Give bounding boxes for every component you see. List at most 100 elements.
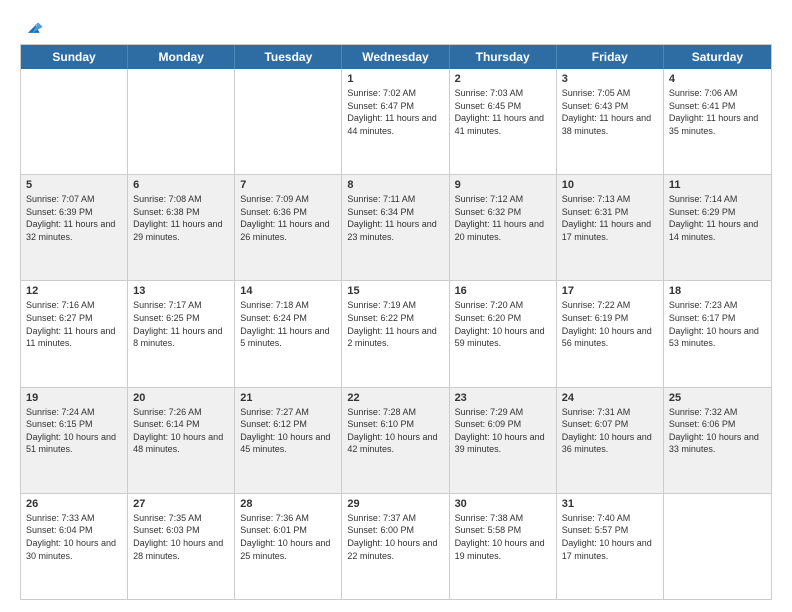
day-info: Sunrise: 7:17 AM Sunset: 6:25 PM Dayligh…: [133, 299, 229, 349]
day-number: 2: [455, 73, 551, 85]
calendar-cell: 21 Sunrise: 7:27 AM Sunset: 6:12 PM Dayli…: [235, 388, 342, 493]
day-info: Sunrise: 7:11 AM Sunset: 6:34 PM Dayligh…: [347, 193, 443, 243]
calendar-cell: 29Sunrise: 7:37 AM Sunset: 6:00 PM Dayli…: [342, 494, 449, 599]
day-number: 9: [455, 179, 551, 191]
calendar-cell: 5 Sunrise: 7:07 AM Sunset: 6:39 PM Daylig…: [21, 175, 128, 280]
calendar-cell: 14 Sunrise: 7:18 AM Sunset: 6:24 PM Dayli…: [235, 281, 342, 386]
logo-bird-icon: [22, 16, 44, 38]
day-info: Sunrise: 7:19 AM Sunset: 6:22 PM Dayligh…: [347, 299, 443, 349]
day-info: Sunrise: 7:07 AM Sunset: 6:39 PM Dayligh…: [26, 193, 122, 243]
day-number: 14: [240, 285, 336, 297]
day-info: Sunrise: 7:06 AM Sunset: 6:41 PM Dayligh…: [669, 87, 766, 137]
calendar-cell: 31 Sunrise: 7:40 AM Sunset: 5:57 PM Dayli…: [557, 494, 664, 599]
day-number: 20: [133, 392, 229, 404]
calendar-cell: 10 Sunrise: 7:13 AM Sunset: 6:31 PM Dayli…: [557, 175, 664, 280]
calendar-row-2: 5 Sunrise: 7:07 AM Sunset: 6:39 PM Daylig…: [21, 175, 771, 281]
calendar-cell: 30 Sunrise: 7:38 AM Sunset: 5:58 PM Dayli…: [450, 494, 557, 599]
day-number: 21: [240, 392, 336, 404]
day-info: Sunrise: 7:22 AM Sunset: 6:19 PM Dayligh…: [562, 299, 658, 349]
day-number: 5: [26, 179, 122, 191]
day-number: 27: [133, 498, 229, 510]
calendar-cell: 18 Sunrise: 7:23 AM Sunset: 6:17 PM Dayli…: [664, 281, 771, 386]
day-number: 13: [133, 285, 229, 297]
day-info: Sunrise: 7:03 AM Sunset: 6:45 PM Dayligh…: [455, 87, 551, 137]
day-number: 12: [26, 285, 122, 297]
day-number: 23: [455, 392, 551, 404]
calendar-cell: 7Sunrise: 7:09 AM Sunset: 6:36 PM Daylig…: [235, 175, 342, 280]
day-number: 22: [347, 392, 443, 404]
day-number: 8: [347, 179, 443, 191]
day-number: 18: [669, 285, 766, 297]
header-day-sunday: Sunday: [21, 45, 128, 69]
day-number: 19: [26, 392, 122, 404]
day-info: Sunrise: 7:31 AM Sunset: 6:07 PM Dayligh…: [562, 406, 658, 456]
day-info: Sunrise: 7:36 AM Sunset: 6:01 PM Dayligh…: [240, 512, 336, 562]
day-info: Sunrise: 7:23 AM Sunset: 6:17 PM Dayligh…: [669, 299, 766, 349]
calendar-cell: [235, 69, 342, 174]
day-number: 3: [562, 73, 658, 85]
day-info: Sunrise: 7:32 AM Sunset: 6:06 PM Dayligh…: [669, 406, 766, 456]
calendar-cell: 9 Sunrise: 7:12 AM Sunset: 6:32 PM Daylig…: [450, 175, 557, 280]
day-info: Sunrise: 7:38 AM Sunset: 5:58 PM Dayligh…: [455, 512, 551, 562]
day-info: Sunrise: 7:24 AM Sunset: 6:15 PM Dayligh…: [26, 406, 122, 456]
calendar-body: 1Sunrise: 7:02 AM Sunset: 6:47 PM Daylig…: [21, 69, 771, 599]
day-number: 25: [669, 392, 766, 404]
calendar-header: SundayMondayTuesdayWednesdayThursdayFrid…: [21, 45, 771, 69]
header-day-thursday: Thursday: [450, 45, 557, 69]
day-info: Sunrise: 7:28 AM Sunset: 6:10 PM Dayligh…: [347, 406, 443, 456]
header-day-tuesday: Tuesday: [235, 45, 342, 69]
day-info: Sunrise: 7:35 AM Sunset: 6:03 PM Dayligh…: [133, 512, 229, 562]
calendar: SundayMondayTuesdayWednesdayThursdayFrid…: [20, 44, 772, 600]
calendar-cell: [21, 69, 128, 174]
calendar-cell: 20 Sunrise: 7:26 AM Sunset: 6:14 PM Dayli…: [128, 388, 235, 493]
day-info: Sunrise: 7:14 AM Sunset: 6:29 PM Dayligh…: [669, 193, 766, 243]
day-info: Sunrise: 7:08 AM Sunset: 6:38 PM Dayligh…: [133, 193, 229, 243]
day-number: 28: [240, 498, 336, 510]
day-info: Sunrise: 7:13 AM Sunset: 6:31 PM Dayligh…: [562, 193, 658, 243]
calendar-cell: 3 Sunrise: 7:05 AM Sunset: 6:43 PM Daylig…: [557, 69, 664, 174]
calendar-cell: [128, 69, 235, 174]
day-info: Sunrise: 7:09 AM Sunset: 6:36 PM Dayligh…: [240, 193, 336, 243]
calendar-cell: 12Sunrise: 7:16 AM Sunset: 6:27 PM Dayli…: [21, 281, 128, 386]
calendar-cell: 19 Sunrise: 7:24 AM Sunset: 6:15 PM Dayli…: [21, 388, 128, 493]
calendar-cell: 1Sunrise: 7:02 AM Sunset: 6:47 PM Daylig…: [342, 69, 449, 174]
day-info: Sunrise: 7:20 AM Sunset: 6:20 PM Dayligh…: [455, 299, 551, 349]
day-info: Sunrise: 7:27 AM Sunset: 6:12 PM Dayligh…: [240, 406, 336, 456]
header-day-saturday: Saturday: [664, 45, 771, 69]
day-number: 6: [133, 179, 229, 191]
day-number: 17: [562, 285, 658, 297]
page: SundayMondayTuesdayWednesdayThursdayFrid…: [0, 0, 792, 612]
calendar-cell: 2 Sunrise: 7:03 AM Sunset: 6:45 PM Daylig…: [450, 69, 557, 174]
calendar-cell: 16 Sunrise: 7:20 AM Sunset: 6:20 PM Dayli…: [450, 281, 557, 386]
day-number: 30: [455, 498, 551, 510]
day-info: Sunrise: 7:37 AM Sunset: 6:00 PM Dayligh…: [347, 512, 443, 562]
calendar-cell: 22 Sunrise: 7:28 AM Sunset: 6:10 PM Dayli…: [342, 388, 449, 493]
calendar-cell: 26Sunrise: 7:33 AM Sunset: 6:04 PM Dayli…: [21, 494, 128, 599]
calendar-row-1: 1Sunrise: 7:02 AM Sunset: 6:47 PM Daylig…: [21, 69, 771, 175]
day-info: Sunrise: 7:26 AM Sunset: 6:14 PM Dayligh…: [133, 406, 229, 456]
calendar-cell: 4 Sunrise: 7:06 AM Sunset: 6:41 PM Daylig…: [664, 69, 771, 174]
calendar-cell: 17 Sunrise: 7:22 AM Sunset: 6:19 PM Dayli…: [557, 281, 664, 386]
day-number: 31: [562, 498, 658, 510]
day-info: Sunrise: 7:29 AM Sunset: 6:09 PM Dayligh…: [455, 406, 551, 456]
day-info: Sunrise: 7:12 AM Sunset: 6:32 PM Dayligh…: [455, 193, 551, 243]
day-number: 10: [562, 179, 658, 191]
calendar-cell: [664, 494, 771, 599]
header: [20, 16, 772, 34]
day-number: 15: [347, 285, 443, 297]
calendar-cell: 15 Sunrise: 7:19 AM Sunset: 6:22 PM Dayli…: [342, 281, 449, 386]
day-info: Sunrise: 7:40 AM Sunset: 5:57 PM Dayligh…: [562, 512, 658, 562]
logo: [20, 16, 44, 34]
calendar-cell: 11 Sunrise: 7:14 AM Sunset: 6:29 PM Dayli…: [664, 175, 771, 280]
day-info: Sunrise: 7:05 AM Sunset: 6:43 PM Dayligh…: [562, 87, 658, 137]
header-day-monday: Monday: [128, 45, 235, 69]
day-number: 16: [455, 285, 551, 297]
day-number: 4: [669, 73, 766, 85]
calendar-cell: 28 Sunrise: 7:36 AM Sunset: 6:01 PM Dayli…: [235, 494, 342, 599]
calendar-cell: 13 Sunrise: 7:17 AM Sunset: 6:25 PM Dayli…: [128, 281, 235, 386]
day-number: 24: [562, 392, 658, 404]
day-info: Sunrise: 7:18 AM Sunset: 6:24 PM Dayligh…: [240, 299, 336, 349]
calendar-cell: 6 Sunrise: 7:08 AM Sunset: 6:38 PM Daylig…: [128, 175, 235, 280]
day-number: 11: [669, 179, 766, 191]
calendar-cell: 24 Sunrise: 7:31 AM Sunset: 6:07 PM Dayli…: [557, 388, 664, 493]
